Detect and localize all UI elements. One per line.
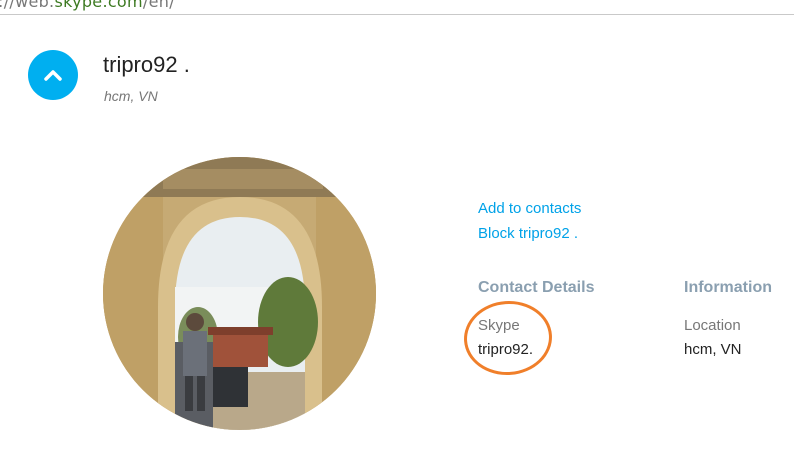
skype-label: Skype — [478, 317, 520, 334]
avatar-photo — [103, 157, 376, 430]
url-suffix: /en/ — [142, 0, 175, 11]
chevron-up-icon — [44, 70, 62, 81]
avatar — [103, 157, 376, 430]
address-bar-url: ://web.skype.com/en/ — [0, 0, 175, 10]
location-value: hcm, VN — [684, 341, 742, 358]
profile-name: tripro92 . — [103, 52, 190, 77]
location-label: Location — [684, 317, 741, 334]
profile-location: hcm, VN — [104, 88, 158, 104]
annotation-circle — [461, 298, 555, 378]
url-domain: skype.com — [54, 0, 143, 11]
block-contact-link[interactable]: Block tripro92 . — [478, 225, 578, 242]
contact-details-heading: Contact Details — [478, 279, 595, 296]
url-prefix: ://web. — [0, 0, 55, 11]
add-to-contacts-link[interactable]: Add to contacts — [478, 200, 581, 217]
collapse-profile-button[interactable] — [28, 50, 78, 100]
information-heading: Information — [684, 279, 772, 296]
skype-value: tripro92. — [478, 341, 534, 358]
address-bar[interactable]: ://web.skype.com/en/ — [0, 0, 794, 15]
